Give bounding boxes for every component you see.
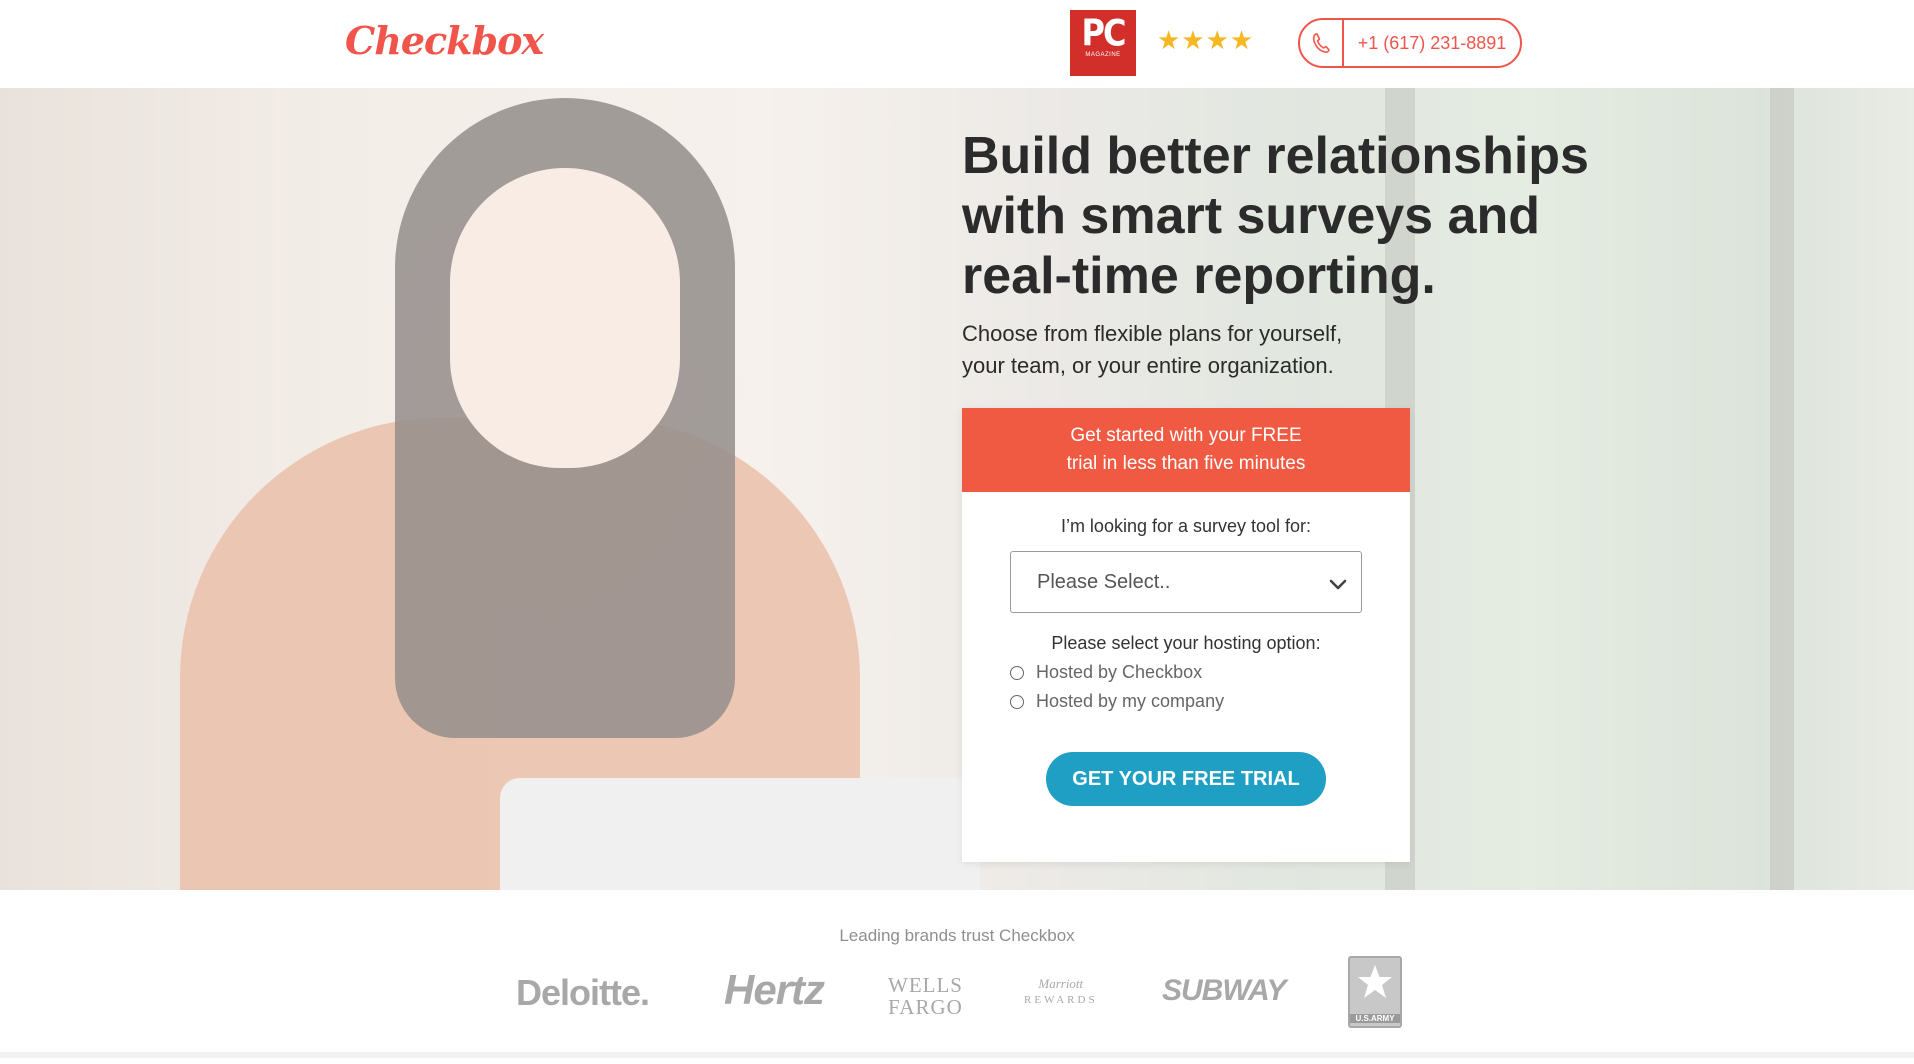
form-header-line: trial in less than five minutes xyxy=(1066,453,1306,474)
hero-headline: Build better relationships with smart su… xyxy=(962,127,1589,305)
hosting-option-label: Please select your hosting option: xyxy=(1051,633,1321,653)
phone-icon xyxy=(1300,20,1344,66)
trial-signup-form: Get started with your FREE trial in less… xyxy=(962,408,1410,862)
phone-number: +1 (617) 231-8891 xyxy=(1357,32,1507,53)
wells-fargo-logo: WELLS FARGO xyxy=(888,974,963,1018)
trust-bar: Leading brands trust Checkbox Deloitte. … xyxy=(0,890,1914,1058)
deloitte-logo: Deloitte. xyxy=(516,972,650,1013)
hero-overlay xyxy=(0,88,1914,890)
phone-button[interactable]: +1 (617) 231-8891 xyxy=(1298,18,1522,68)
chevron-down-icon xyxy=(1329,574,1347,597)
wells-fargo-logo-line: WELLS xyxy=(888,973,963,997)
rating-stars: ★★★★ xyxy=(1157,26,1255,56)
get-free-trial-button[interactable]: GET YOUR FREE TRIAL xyxy=(1046,752,1326,806)
form-header-line: Get started with your FREE xyxy=(1070,425,1302,446)
checkbox-logo[interactable]: Checkbox xyxy=(345,18,544,63)
marriott-rewards-logo: Marriott REWARDS xyxy=(1024,976,1098,1008)
subway-logo: SUBWAY xyxy=(1162,974,1286,1007)
form-header: Get started with your FREE trial in less… xyxy=(962,408,1410,492)
us-army-logo: U.S.ARMY xyxy=(1348,956,1402,1028)
survey-tool-select-value: Please Select.. xyxy=(1037,570,1171,593)
hosting-radio-company[interactable]: Hosted by my company xyxy=(1010,691,1410,712)
trust-label: Leading brands trust Checkbox xyxy=(839,926,1075,945)
hosting-radio-label: Hosted by Checkbox xyxy=(1036,662,1203,682)
star-icon xyxy=(1358,965,1392,998)
marriott-logo-line: Marriott xyxy=(1038,976,1084,991)
hero-section xyxy=(0,88,1914,890)
hosting-radio-label: Hosted by my company xyxy=(1036,691,1225,711)
marriott-logo-line: REWARDS xyxy=(1024,994,1098,1006)
hertz-logo: Hertz xyxy=(724,966,825,1013)
site-header: Checkbox PC MAGAZINE ★★★★ +1 (617) 231-8… xyxy=(0,0,1914,88)
pc-magazine-badge: PC MAGAZINE xyxy=(1070,10,1136,76)
radio-circle-icon xyxy=(1010,665,1024,680)
us-army-logo-text: U.S.ARMY xyxy=(1350,1014,1400,1023)
hero-subheadline: Choose from flexible plans for yourself,… xyxy=(962,321,1343,378)
wells-fargo-logo-line: FARGO xyxy=(888,995,963,1019)
survey-tool-select[interactable]: Please Select.. xyxy=(1010,551,1362,613)
hosting-radio-checkbox[interactable]: Hosted by Checkbox xyxy=(1010,662,1410,683)
survey-tool-label: I’m looking for a survey tool for: xyxy=(1060,516,1312,536)
pc-magazine-badge-text: PC xyxy=(1081,11,1127,55)
radio-circle-icon xyxy=(1010,694,1024,709)
